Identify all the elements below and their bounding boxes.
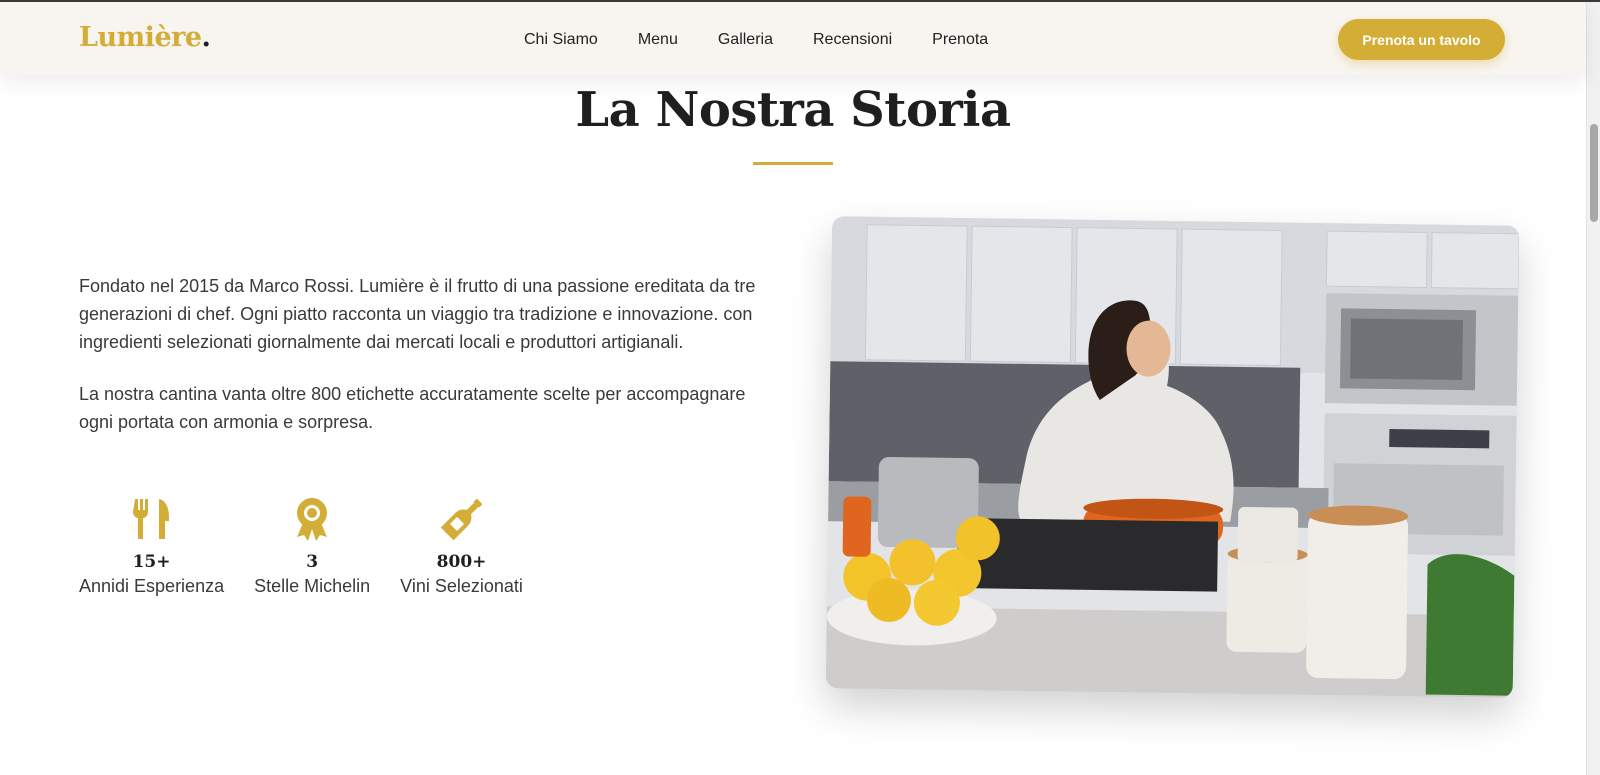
- scrollbar[interactable]: [1586, 2, 1600, 775]
- title-divider: [753, 162, 833, 165]
- stat-experience: 15+ Annidi Esperienza: [79, 497, 224, 597]
- window-top-border: [0, 0, 1600, 2]
- chef-cooking-photo: [825, 216, 1520, 698]
- nav-link-chi-siamo[interactable]: Chi Siamo: [524, 31, 598, 49]
- stat-value: 3: [306, 552, 319, 572]
- nav-link-recensioni[interactable]: Recensioni: [813, 31, 892, 49]
- stat-label: Stelle Michelin: [254, 576, 371, 596]
- scrollbar-thumb[interactable]: [1590, 124, 1598, 222]
- section-title: La Nostra Storia: [575, 82, 1011, 138]
- stat-value: 15+: [132, 552, 171, 572]
- nav-link-galleria[interactable]: Galleria: [718, 31, 773, 49]
- stat-value: 800+: [436, 552, 487, 572]
- navbar: Lumière. Chi Siamo Menu Galleria Recensi…: [0, 2, 1586, 75]
- nav-links: Chi Siamo Menu Galleria Recensioni Preno…: [524, 31, 1028, 49]
- stats-row: 15+ Annidi Esperienza 3 Stelle Michelin: [79, 497, 553, 597]
- book-table-button[interactable]: Prenota un tavolo: [1338, 19, 1505, 60]
- stat-michelin: 3 Stelle Michelin: [254, 497, 370, 597]
- stat-wines: 800+ Vini Selezionati: [400, 497, 523, 597]
- utensils-icon: [79, 497, 224, 543]
- story-paragraph: Fondato nel 2015 da Marco Rossi. Lumière…: [79, 276, 756, 352]
- brand-logo[interactable]: Lumière.: [79, 22, 211, 53]
- story-text: Fondato nel 2015 da Marco Rossi. Lumière…: [79, 272, 769, 460]
- nav-link-menu[interactable]: Menu: [638, 31, 678, 49]
- wine-bottle-icon: [400, 497, 523, 543]
- stat-label: Vini Selezionati: [400, 576, 523, 596]
- story-paragraph: La nostra cantina vanta oltre 800 etiche…: [79, 384, 746, 432]
- stat-label: Annidi Esperienza: [79, 576, 225, 596]
- nav-link-prenota[interactable]: Prenota: [932, 31, 988, 49]
- award-icon: [254, 497, 370, 543]
